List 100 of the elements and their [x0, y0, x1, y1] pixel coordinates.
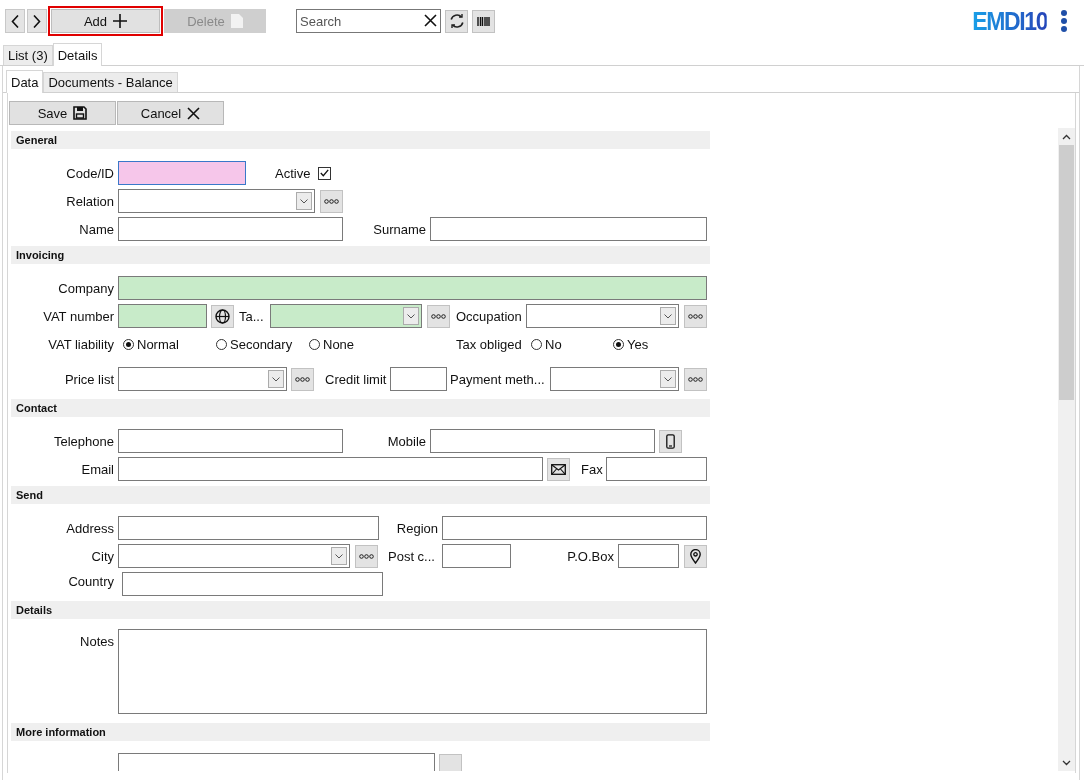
- barcode-button[interactable]: [472, 9, 495, 33]
- field-label: Payment meth...: [450, 371, 546, 387]
- chevron-down-icon: [272, 376, 280, 382]
- dropdown-field[interactable]: [118, 367, 287, 391]
- field-label: Code/ID: [65, 165, 114, 181]
- add-button[interactable]: Add: [51, 9, 160, 33]
- vertical-dots-icon: [1060, 10, 1068, 32]
- search-field[interactable]: Search: [296, 9, 441, 33]
- envelope-icon: [551, 463, 566, 475]
- field-label: Ta...: [239, 308, 265, 324]
- text-field[interactable]: [118, 516, 379, 540]
- radio-label: Yes: [627, 336, 649, 352]
- three-circles-icon: [295, 376, 310, 382]
- field-label: Tax obliged: [456, 336, 523, 352]
- forward-button[interactable]: [27, 9, 47, 33]
- tab[interactable]: Details: [52, 43, 103, 66]
- field-label: Country: [67, 573, 114, 589]
- chevron-up-icon: [1062, 133, 1071, 140]
- text-field[interactable]: [118, 276, 707, 300]
- tab[interactable]: List (3): [3, 45, 53, 65]
- field-label: Occupation: [456, 308, 522, 324]
- tab[interactable]: Data: [6, 70, 44, 93]
- globe-icon: [215, 308, 230, 324]
- phone-button[interactable]: [659, 429, 682, 453]
- field-label: Telephone: [53, 433, 114, 449]
- menu-button[interactable]: [1060, 10, 1068, 32]
- field-label: Notes: [79, 634, 114, 649]
- radio-label: None: [323, 336, 355, 352]
- text-field[interactable]: [118, 753, 435, 771]
- text-field[interactable]: [118, 161, 246, 185]
- back-button[interactable]: [5, 9, 25, 33]
- section-header: General: [11, 131, 710, 149]
- three-circles-icon: [359, 553, 374, 559]
- scrollbar[interactable]: [1058, 128, 1075, 771]
- text-field[interactable]: [442, 544, 511, 568]
- field-label: Fax: [581, 461, 602, 477]
- chevron-down-icon: [664, 313, 672, 319]
- refresh-icon: [448, 13, 465, 29]
- barcode-icon: [477, 16, 490, 26]
- field-label: VAT number: [42, 308, 114, 324]
- text-field[interactable]: [118, 457, 543, 481]
- checkmark-icon: [320, 169, 330, 177]
- text-field[interactable]: [618, 544, 679, 568]
- chevron-down-icon: [1062, 759, 1071, 766]
- cancel-button[interactable]: Cancel: [117, 101, 224, 125]
- phone-icon: [666, 433, 675, 449]
- document-icon: [230, 14, 243, 28]
- location-button[interactable]: [684, 544, 707, 568]
- three-circles-icon: [324, 198, 339, 204]
- three-circles-icon: [688, 376, 703, 382]
- refresh-button[interactable]: [445, 9, 468, 33]
- checkbox[interactable]: [318, 166, 332, 180]
- dropdown-field[interactable]: [550, 367, 679, 391]
- field-label: Active: [275, 165, 311, 181]
- text-field[interactable]: [118, 217, 343, 241]
- save-button[interactable]: Save: [9, 101, 116, 125]
- section-header: More information: [11, 723, 710, 741]
- field-label: Company: [57, 280, 114, 296]
- chevron-down-icon: [300, 198, 308, 204]
- dropdown-field[interactable]: [270, 304, 422, 328]
- more-options-button[interactable]: [291, 367, 314, 391]
- text-field[interactable]: [430, 429, 655, 453]
- more-options-button[interactable]: [684, 367, 707, 391]
- section-header: Send: [11, 486, 710, 504]
- radio-label: Secondary: [230, 336, 293, 352]
- dropdown-field[interactable]: [118, 189, 315, 213]
- dropdown-field[interactable]: [526, 304, 679, 328]
- field-label: Region: [395, 520, 438, 536]
- radio-label: Normal: [137, 336, 179, 352]
- globe-button[interactable]: [211, 304, 234, 328]
- text-field[interactable]: [118, 429, 343, 453]
- field-label: Relation: [65, 193, 114, 209]
- field-label: Email: [80, 461, 114, 477]
- more-options-button[interactable]: [355, 544, 378, 568]
- email-button[interactable]: [547, 457, 570, 481]
- text-field[interactable]: [122, 572, 383, 596]
- three-circles-icon: [431, 313, 446, 319]
- text-field[interactable]: [606, 457, 707, 481]
- field-label: City: [90, 548, 114, 564]
- dropdown-field[interactable]: [118, 544, 350, 568]
- text-field[interactable]: [430, 217, 707, 241]
- notes-field[interactable]: [118, 629, 707, 714]
- chevron-right-icon: [33, 14, 41, 28]
- chevron-left-icon: [11, 14, 19, 28]
- text-field[interactable]: [442, 516, 707, 540]
- chevron-down-icon: [407, 313, 415, 319]
- more-options-button[interactable]: [320, 189, 343, 213]
- text-field[interactable]: [118, 304, 207, 328]
- field-label: P.O.Box: [566, 548, 614, 564]
- field-label: Surname: [372, 221, 426, 237]
- section-header: Contact: [11, 399, 710, 417]
- map-pin-icon: [690, 548, 701, 564]
- tab[interactable]: Documents - Balance: [43, 72, 178, 92]
- more-options-button[interactable]: [684, 304, 707, 328]
- close-icon[interactable]: [424, 14, 437, 27]
- text-field[interactable]: [390, 367, 447, 391]
- more-options-button[interactable]: [427, 304, 450, 328]
- field-label: VAT liability: [47, 336, 114, 352]
- field-label: Credit limit: [325, 371, 386, 387]
- field-label: Address: [65, 520, 114, 536]
